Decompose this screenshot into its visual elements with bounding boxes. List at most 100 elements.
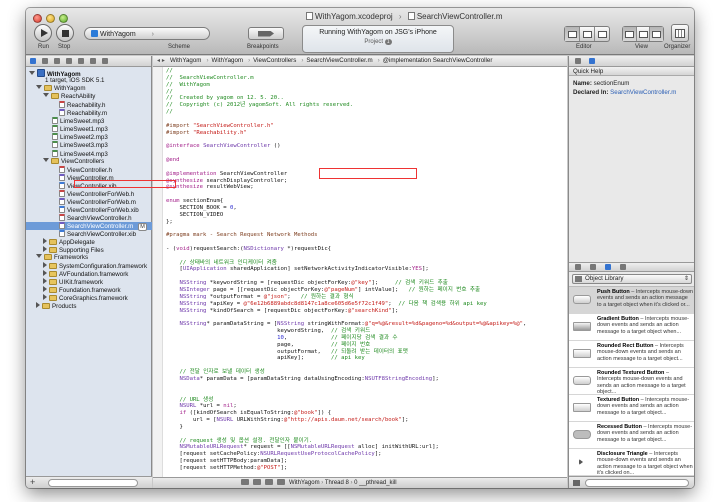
disclosure-closed-icon[interactable] — [36, 302, 40, 309]
file-template-library-tab-icon[interactable] — [575, 264, 581, 270]
breakpoint-navigator-tab-icon[interactable] — [90, 58, 96, 64]
file-inspector-tab-icon[interactable] — [575, 58, 581, 64]
disclosure-open-icon[interactable] — [43, 93, 49, 98]
editor-segmented-control[interactable] — [564, 26, 610, 42]
media-library-tab-icon[interactable] — [620, 264, 626, 270]
issue-navigator-tab-icon[interactable] — [66, 58, 72, 64]
disclosure-closed-icon[interactable] — [43, 246, 47, 253]
back-forward-icon[interactable]: ◂ ▸ — [157, 57, 165, 64]
assistant-editor-button[interactable] — [580, 27, 595, 41]
standard-editor-button[interactable] — [565, 27, 580, 41]
navigator-item[interactable]: ViewController.m — [26, 173, 152, 182]
toggle-utilities-button[interactable] — [650, 27, 664, 41]
zoom-window-button[interactable] — [59, 14, 68, 23]
search-navigator-tab-icon[interactable] — [54, 58, 60, 64]
debug-navigator-tab-icon[interactable] — [78, 58, 84, 64]
navigator-item[interactable]: LimeSweet2.mp3 — [26, 133, 152, 141]
navigator-filter-field[interactable] — [48, 479, 138, 487]
debug-path-item[interactable]: WithYagom — [289, 480, 320, 486]
debug-path-item[interactable]: Thread 8 — [325, 480, 349, 486]
scheme-popup[interactable]: WithYagom › — [84, 27, 210, 40]
disclosure-closed-icon[interactable] — [43, 270, 47, 277]
run-button[interactable] — [34, 24, 52, 42]
code-text[interactable]: //// SearchViewController.m// WithYagom /… — [166, 68, 526, 485]
navigator-item[interactable]: UIKit.framework — [26, 278, 152, 286]
navigator-item[interactable]: ViewControllerForWeb.xib — [26, 205, 152, 214]
navigator-item[interactable]: LimeSweet3.mp3 — [26, 141, 152, 149]
navigator-item[interactable]: WithYagom — [26, 69, 152, 78]
project-navigator-tab-icon[interactable] — [30, 58, 36, 64]
disclosure-closed-icon[interactable] — [43, 294, 47, 301]
library-selector[interactable]: Object Library ⇕ — [572, 274, 692, 284]
close-window-button[interactable] — [33, 14, 42, 23]
disclosure-open-icon[interactable] — [36, 85, 42, 90]
jump-bar-item[interactable]: ViewControllers — [253, 57, 296, 64]
version-editor-button[interactable] — [595, 27, 609, 41]
navigator-item[interactable]: AppDelegate — [26, 238, 152, 246]
navigator-item[interactable]: 1 target, iOS SDK 5.1 — [26, 77, 152, 85]
navigator-item[interactable]: AVFoundation.framework — [26, 270, 152, 278]
library-item[interactable]: Recessed Button – Intercepts mouse-down … — [569, 422, 694, 449]
navigator-item[interactable]: CoreGraphics.framework — [26, 294, 152, 302]
library-item[interactable]: Push Button – Intercepts mouse-down even… — [569, 287, 694, 314]
navigator-item[interactable]: WithYagom — [26, 85, 152, 93]
library-item[interactable]: Rounded Textured Button – Intercepts mou… — [569, 368, 694, 395]
stop-button[interactable] — [56, 24, 74, 42]
navigator-item[interactable]: ViewControllerForWeb.m — [26, 197, 152, 206]
navigator-item[interactable]: Frameworks — [26, 254, 152, 262]
continue-icon[interactable] — [241, 479, 249, 485]
minimize-window-button[interactable] — [46, 14, 55, 23]
view-segmented-control[interactable] — [622, 26, 664, 42]
navigator-item[interactable]: ViewController.h — [26, 165, 152, 174]
jump-bar-item[interactable]: WithYagom — [212, 57, 244, 64]
navigator-item[interactable]: LimeSweet4.mp3 — [26, 149, 152, 158]
library-search-field[interactable] — [585, 479, 689, 487]
disclosure-open-icon[interactable] — [36, 254, 42, 259]
navigator-item[interactable]: Reachability.h — [26, 101, 152, 109]
jump-bar-item[interactable]: @implementation SearchViewController — [383, 57, 493, 64]
navigator-item[interactable]: Supporting Files — [26, 246, 152, 254]
navigator-item[interactable]: ViewControllers — [26, 157, 152, 166]
object-library-tab-icon[interactable] — [605, 264, 611, 270]
add-file-icon[interactable]: + — [30, 477, 35, 487]
quick-help-tab-icon[interactable] — [589, 58, 595, 64]
navigator-item[interactable]: SearchViewController.m M — [26, 221, 152, 231]
disclosure-open-icon[interactable] — [43, 157, 49, 162]
jump-bar-item[interactable]: WithYagom — [170, 57, 202, 64]
navigator-item[interactable]: ReachAbility — [26, 93, 152, 101]
navigator-item[interactable]: SearchViewController.xib — [26, 230, 152, 238]
disclosure-closed-icon[interactable] — [43, 238, 47, 245]
navigator-item[interactable]: LimeSweet1.mp3 — [26, 125, 152, 133]
toggle-navigator-button[interactable] — [623, 27, 637, 41]
navigator-item[interactable]: ViewControllerForWeb.h — [26, 189, 152, 198]
library-item[interactable]: Disclosure Triangle – Intercepts mouse-d… — [569, 449, 694, 476]
navigator-item[interactable]: LimeSweet.mp3 — [26, 117, 152, 125]
organizer-button[interactable] — [671, 24, 689, 42]
navigator-item[interactable]: SystemConfiguration.framework — [26, 262, 152, 270]
library-item[interactable]: Gradient Button – Intercepts mouse-down … — [569, 314, 694, 341]
step-over-icon[interactable] — [253, 479, 261, 485]
declared-link[interactable]: SearchViewController.m — [610, 89, 676, 96]
navigator-item[interactable]: Foundation.framework — [26, 286, 152, 294]
library-item[interactable]: Rounded Rect Button – Intercepts mouse-d… — [569, 341, 694, 368]
toggle-debug-button[interactable] — [637, 27, 651, 41]
navigator-item[interactable]: ViewController.xib — [26, 181, 152, 190]
breakpoints-button[interactable] — [248, 27, 284, 40]
disclosure-closed-icon[interactable] — [43, 278, 47, 285]
code-snippet-library-tab-icon[interactable] — [590, 264, 596, 270]
step-out-icon[interactable] — [277, 479, 285, 485]
library-item[interactable]: Textured Button – Intercepts mouse-down … — [569, 395, 694, 422]
debug-path-item[interactable]: 0 __pthread_kill — [354, 480, 396, 486]
navigator-item[interactable]: Reachability.m — [26, 109, 152, 117]
step-into-icon[interactable] — [265, 479, 273, 485]
disclosure-open-icon[interactable] — [29, 71, 35, 75]
symbol-navigator-tab-icon[interactable] — [42, 58, 48, 64]
line-gutter[interactable] — [153, 67, 163, 479]
disclosure-closed-icon[interactable] — [43, 286, 47, 293]
navigator-item[interactable]: SearchViewController.h — [26, 213, 152, 222]
navigator-item[interactable]: Products — [26, 302, 152, 310]
log-navigator-tab-icon[interactable] — [102, 58, 108, 64]
jump-bar-item[interactable]: SearchViewController.m — [306, 57, 372, 64]
grid-view-icon[interactable] — [573, 480, 580, 486]
disclosure-closed-icon[interactable] — [43, 262, 47, 269]
